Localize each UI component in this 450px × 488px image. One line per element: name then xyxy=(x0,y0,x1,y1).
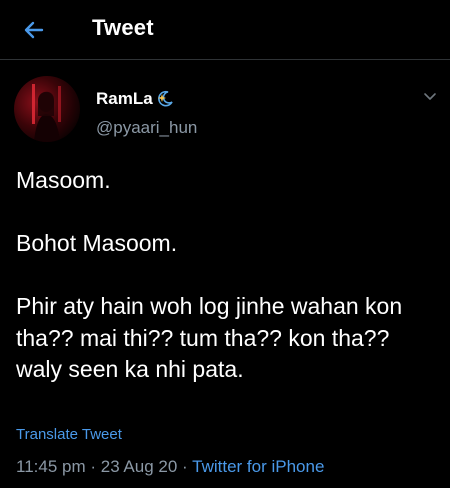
page-title: Tweet xyxy=(92,15,154,40)
tweet-time: 11:45 pm xyxy=(16,457,86,476)
tweet-metadata: 11:45 pm · 23 Aug 20 · Twitter for iPhon… xyxy=(16,457,324,477)
display-name-row[interactable]: RamLa xyxy=(96,89,175,109)
tweet-source-link[interactable]: Twitter for iPhone xyxy=(192,457,324,476)
sparkle-moon-emoji xyxy=(157,90,173,107)
back-button[interactable] xyxy=(18,14,50,46)
user-handle[interactable]: @pyaari_hun xyxy=(96,118,197,138)
arrow-left-icon xyxy=(24,21,44,39)
translate-tweet-link[interactable]: Translate Tweet xyxy=(16,426,122,443)
tweet-header: Tweet xyxy=(0,0,450,60)
display-name: RamLa xyxy=(96,89,153,108)
meta-separator: · xyxy=(85,457,101,476)
avatar[interactable] xyxy=(14,76,80,142)
tweet-text: Masoom. Bohot Masoom. Phir aty hain woh … xyxy=(16,167,403,382)
meta-separator: · xyxy=(177,457,193,476)
profile-photo xyxy=(14,76,80,142)
chevron-down-icon[interactable] xyxy=(420,86,440,106)
tweet-date: 23 Aug 20 xyxy=(100,457,178,476)
